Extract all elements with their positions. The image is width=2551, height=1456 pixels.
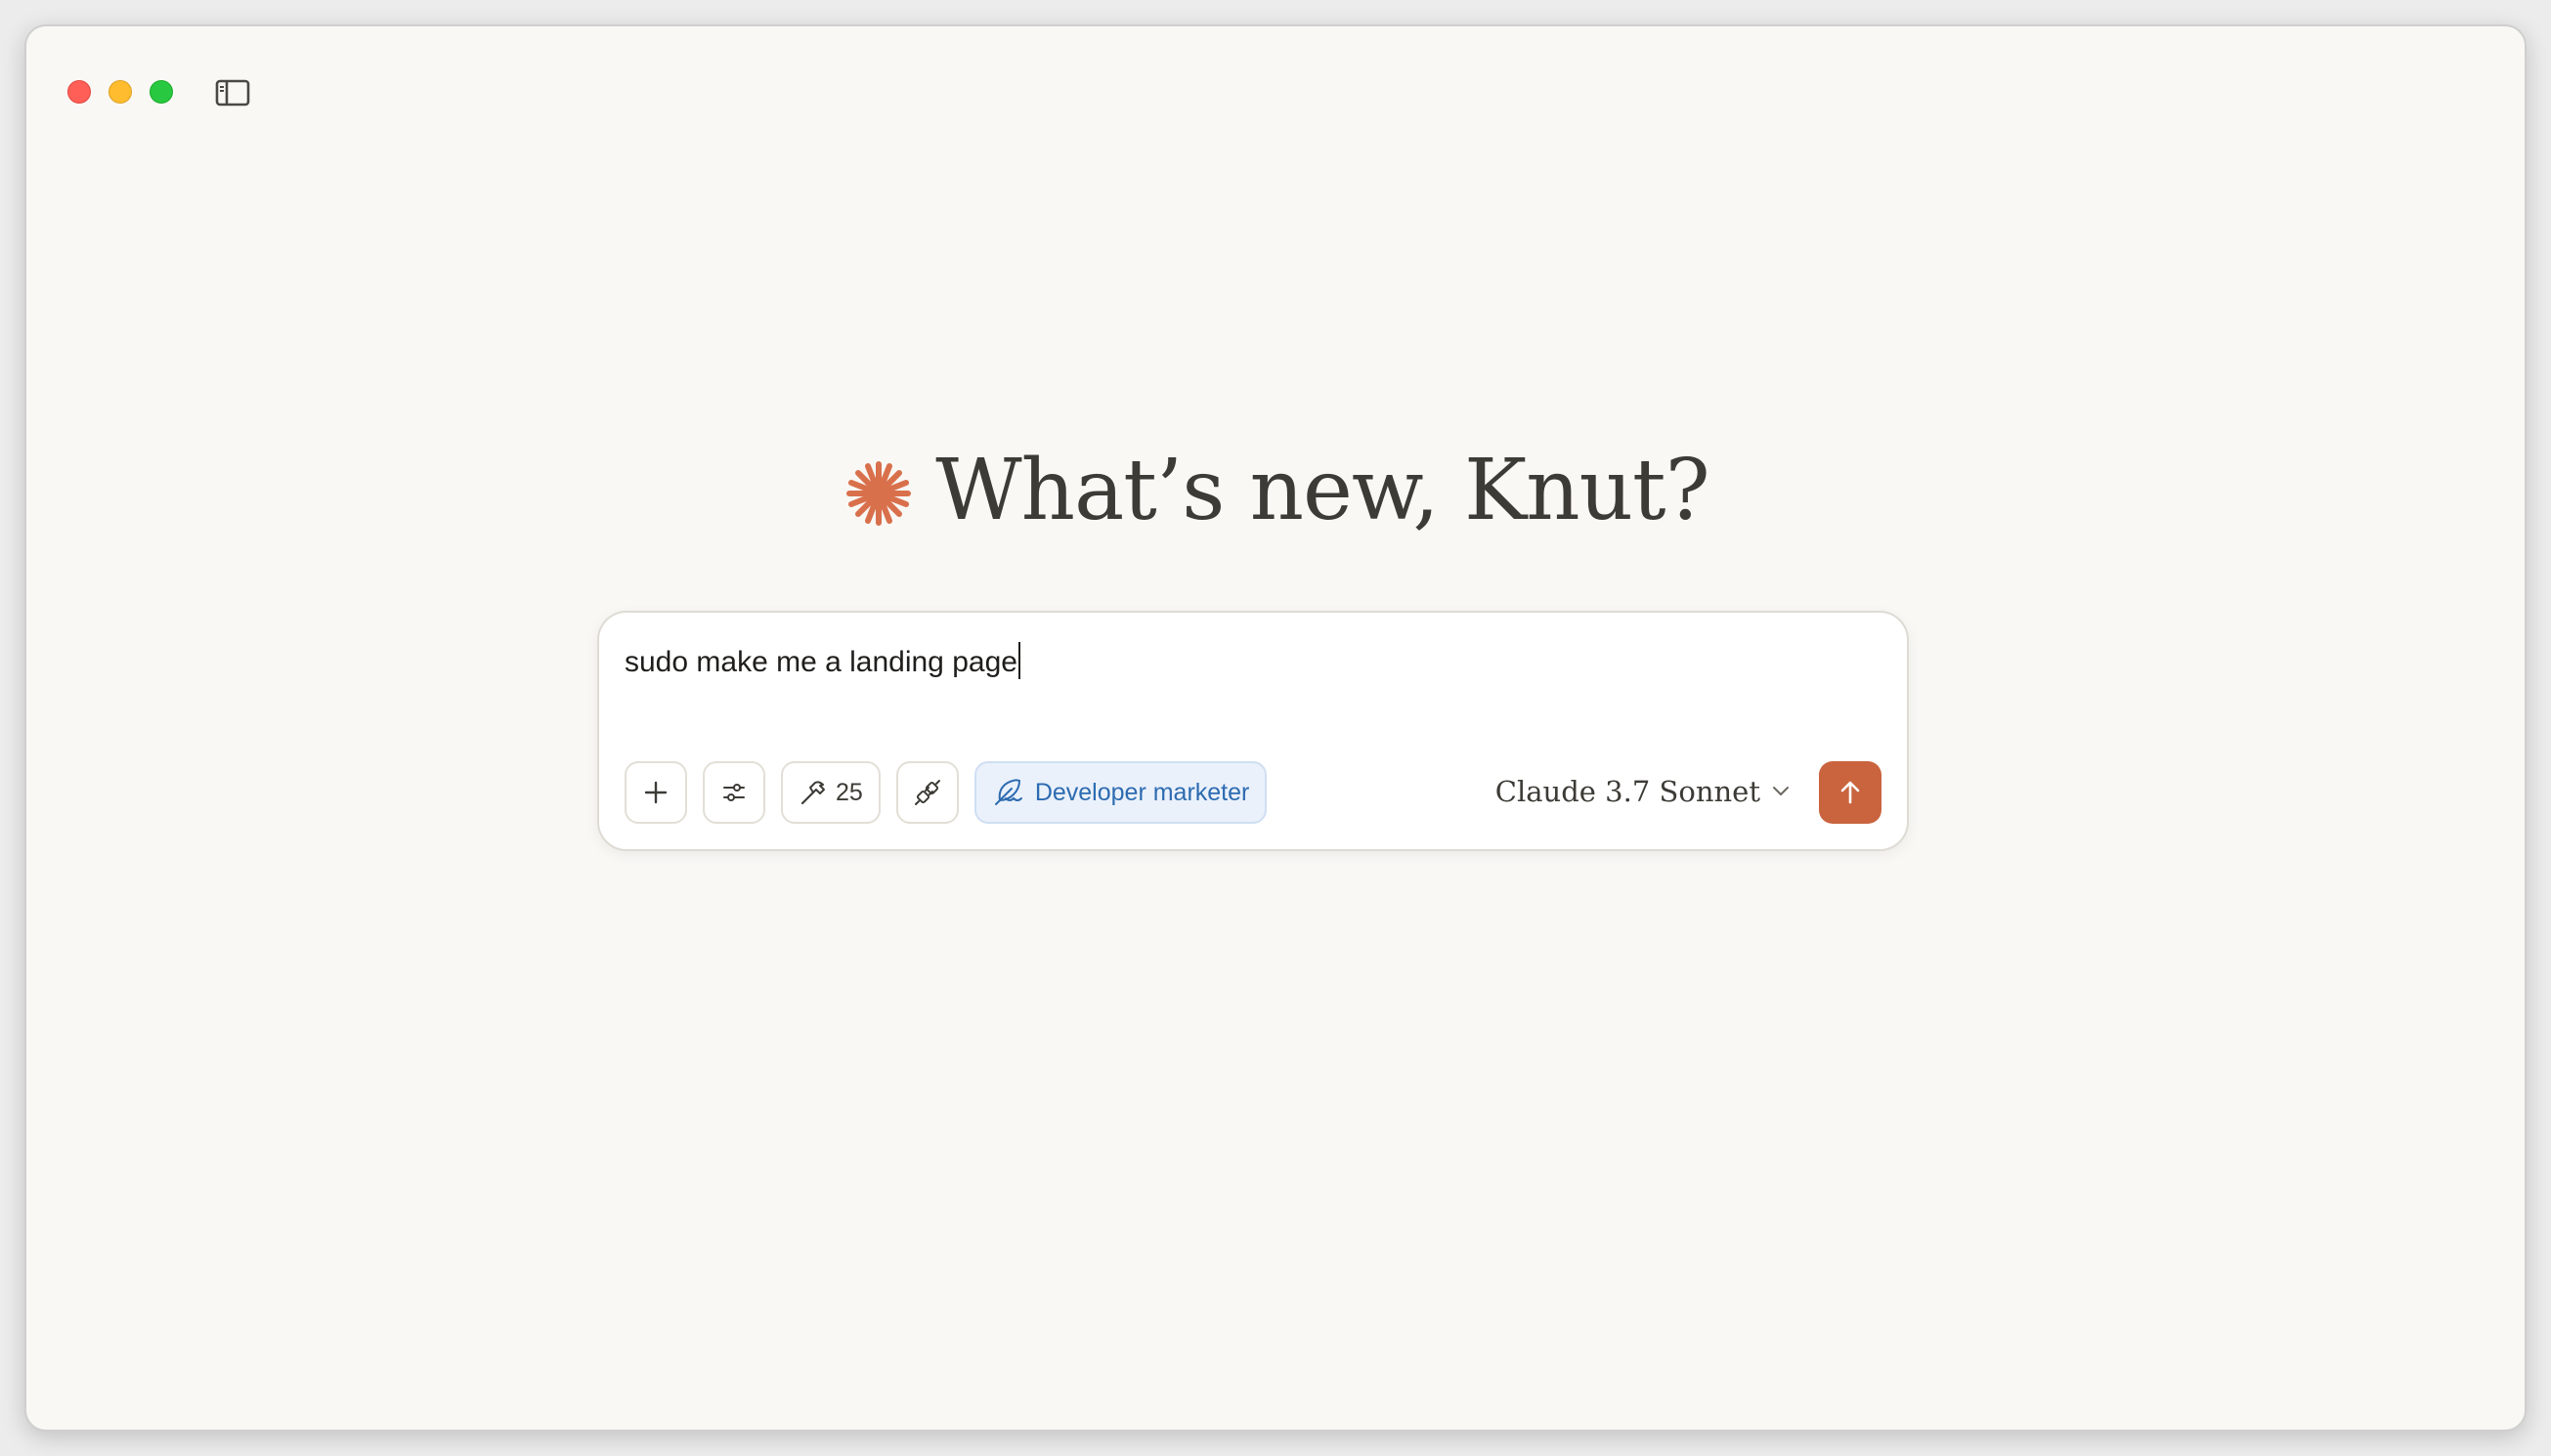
arrow-up-icon <box>1840 781 1860 804</box>
sidebar-icon <box>215 79 250 107</box>
integrations-button[interactable] <box>895 761 959 824</box>
sidebar-toggle-button[interactable] <box>215 79 250 107</box>
composer-toolbar: 25 Developer marketer <box>625 761 1268 824</box>
model-selector[interactable]: Claude 3.7 Sonnet <box>1495 775 1790 808</box>
chevron-down-icon <box>1773 787 1789 795</box>
close-window-button[interactable] <box>67 80 91 104</box>
app-window: What’s new, Knut? sudo make me a landing… <box>24 24 2527 1432</box>
tools-button[interactable]: 25 <box>781 761 881 824</box>
page-title: What’s new, Knut? <box>935 442 1709 539</box>
style-button[interactable]: Developer marketer <box>973 761 1268 824</box>
message-input[interactable]: sudo make me a landing page <box>625 642 1020 679</box>
model-label: Claude 3.7 Sonnet <box>1494 775 1760 808</box>
sliders-icon <box>723 784 745 801</box>
style-label: Developer marketer <box>1034 778 1250 806</box>
claude-starburst-icon <box>846 461 912 526</box>
minimize-window-button[interactable] <box>108 80 132 104</box>
send-button[interactable] <box>1819 761 1881 824</box>
window-controls <box>67 80 173 104</box>
plus-icon <box>644 781 668 804</box>
hammer-icon <box>800 781 825 805</box>
greeting: What’s new, Knut? <box>26 442 2525 539</box>
feather-icon <box>994 779 1022 805</box>
settings-button[interactable] <box>703 761 765 824</box>
zoom-window-button[interactable] <box>150 80 173 104</box>
message-composer: sudo make me a landing page 25 Developer… <box>597 611 1909 851</box>
text-caret <box>1017 642 1020 679</box>
add-attachment-button[interactable] <box>625 761 687 824</box>
plug-icon <box>914 780 940 805</box>
message-input-text: sudo make me a landing page <box>625 646 1017 678</box>
tools-count: 25 <box>836 778 863 806</box>
